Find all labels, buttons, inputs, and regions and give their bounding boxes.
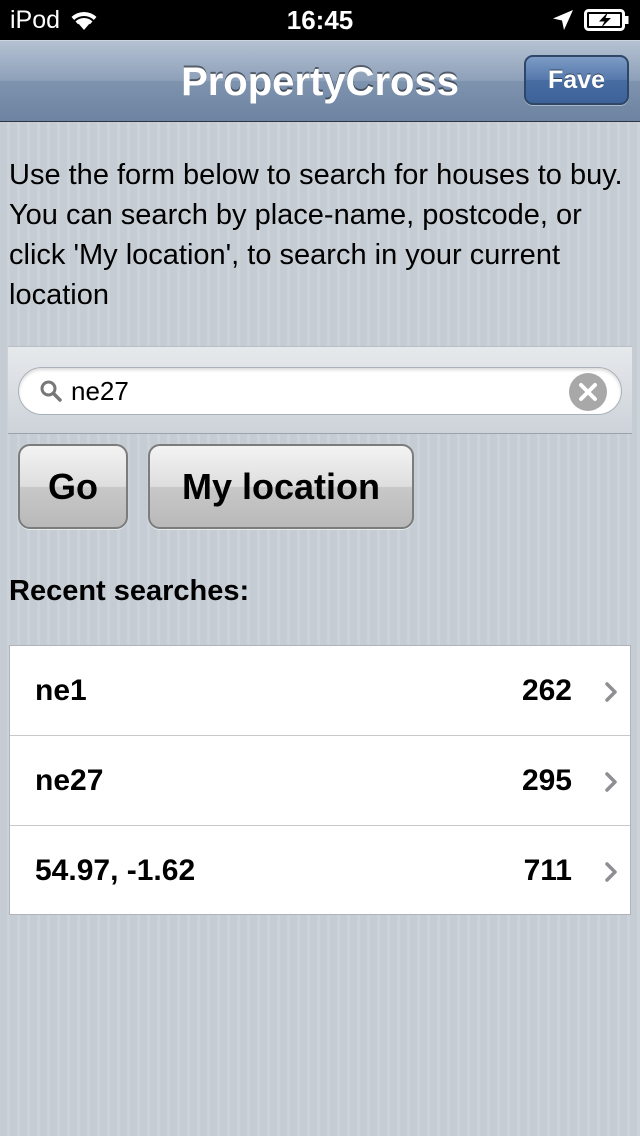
- recent-searches-heading: Recent searches:: [9, 575, 250, 607]
- search-field[interactable]: [18, 367, 622, 415]
- search-input[interactable]: [71, 368, 531, 414]
- item-label: ne27: [35, 764, 104, 797]
- location-arrow-icon: [553, 10, 573, 30]
- search-bar: [8, 346, 632, 434]
- search-icon: [40, 380, 62, 402]
- status-bar: iPod 16:45: [0, 0, 640, 40]
- navigation-bar: PropertyCross Fave: [0, 40, 640, 122]
- clear-search-button[interactable]: [569, 373, 607, 411]
- list-item[interactable]: ne27 295: [10, 736, 630, 826]
- my-location-button[interactable]: My location: [148, 444, 414, 529]
- chevron-right-icon: [605, 772, 617, 792]
- go-button[interactable]: Go: [18, 444, 128, 529]
- clear-icon: [579, 383, 597, 401]
- fave-button[interactable]: Fave: [524, 55, 629, 105]
- recent-searches-list: ne1 262 ne27 295 54.97, -1.62 711: [9, 645, 631, 915]
- item-count: 711: [523, 854, 572, 887]
- wifi-icon: [71, 11, 97, 30]
- status-left: iPod: [10, 6, 100, 35]
- item-label: ne1: [35, 674, 87, 707]
- intro-text: Use the form below to search for houses …: [9, 159, 623, 311]
- battery-charging-icon: [584, 9, 629, 31]
- item-count: 295: [521, 764, 572, 797]
- status-right: [552, 8, 630, 32]
- carrier-label: iPod: [10, 5, 61, 34]
- chevron-right-icon: [605, 682, 617, 702]
- chevron-right-icon: [605, 862, 617, 882]
- list-item[interactable]: 54.97, -1.62 711: [10, 826, 630, 914]
- item-label: 54.97, -1.62: [35, 854, 196, 887]
- item-count: 262: [521, 674, 572, 707]
- list-item[interactable]: ne1 262: [10, 646, 630, 736]
